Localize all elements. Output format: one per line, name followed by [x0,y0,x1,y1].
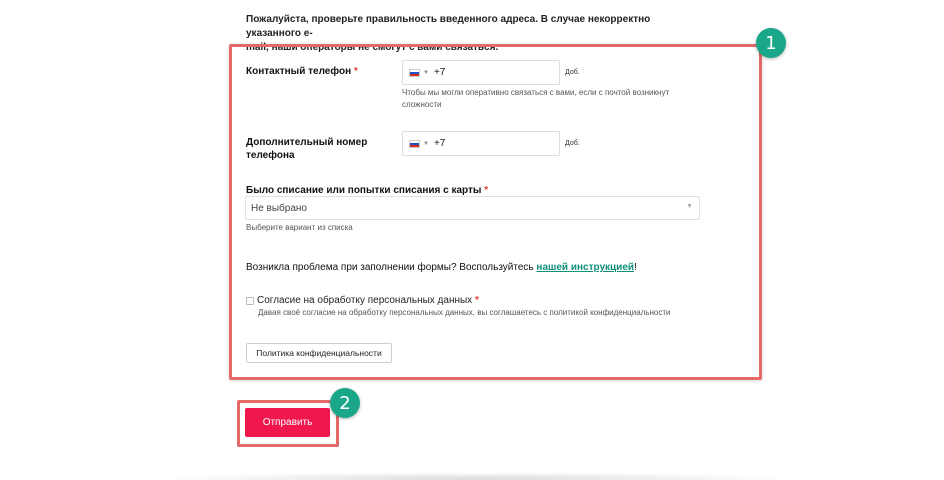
privacy-policy-button[interactable]: Политика конфиденциальности [246,343,392,363]
form-help-text: Возникла проблема при заполнении формы? … [246,262,637,273]
extra-phone-input[interactable]: ▼ +7 [402,131,560,156]
step-badge-2: 2 [330,388,360,418]
notice-line-1: Пожалуйста, проверьте правильность введе… [246,14,651,39]
chevron-down-icon[interactable]: ▼ [423,70,429,76]
chevron-down-icon[interactable]: ▼ [686,203,693,210]
extra-phone-label-line-2: телефона [246,150,295,161]
required-mark: * [353,66,358,77]
contact-phone-input[interactable]: ▼ +7 [402,60,560,85]
extension-label: Доб. [565,69,580,76]
contact-phone-hint-line-2: сложности [402,100,442,109]
required-mark: * [474,295,479,306]
instruction-link[interactable]: нашей инструкцией [536,262,634,273]
form-help-prefix: Возникла проблема при заполнении формы? … [246,262,537,273]
step-badge-1: 1 [756,28,786,58]
card-charge-select[interactable]: Не выбрано ▼ [245,196,700,220]
consent-description: Давая своё согласие на обработку персона… [258,308,671,317]
phone-prefix: +7 [433,67,446,78]
submit-button[interactable]: Отправить [245,408,330,437]
card-charge-label-text: Было списание или попытки списания с кар… [246,185,482,196]
russia-flag-icon[interactable] [409,139,420,148]
consent-checkbox[interactable] [246,297,254,305]
extra-phone-label-line-1: Дополнительный номер [246,137,368,148]
card-charge-selected-value: Не выбрано [251,202,307,214]
russia-flag-icon[interactable] [409,68,420,77]
contact-phone-label: Контактный телефон * [246,65,358,78]
chevron-down-icon[interactable]: ▼ [423,141,429,147]
page-bottom-shadow [150,472,800,480]
extension-label: Доб. [565,140,580,147]
consent-label-text: Согласие на обработку персональных данны… [257,295,473,306]
required-mark: * [484,185,489,196]
phone-prefix: +7 [433,138,446,149]
extra-phone-label: Дополнительный номер телефона [246,136,367,162]
form-help-end: ! [634,262,637,273]
card-charge-hint: Выберите вариант из списка [246,223,353,232]
contact-phone-label-text: Контактный телефон [246,66,352,77]
contact-phone-hint: Чтобы мы могли оперативно связаться с ва… [402,87,669,111]
consent-label[interactable]: Согласие на обработку персональных данны… [257,295,479,306]
contact-phone-hint-line-1: Чтобы мы могли оперативно связаться с ва… [402,88,670,97]
